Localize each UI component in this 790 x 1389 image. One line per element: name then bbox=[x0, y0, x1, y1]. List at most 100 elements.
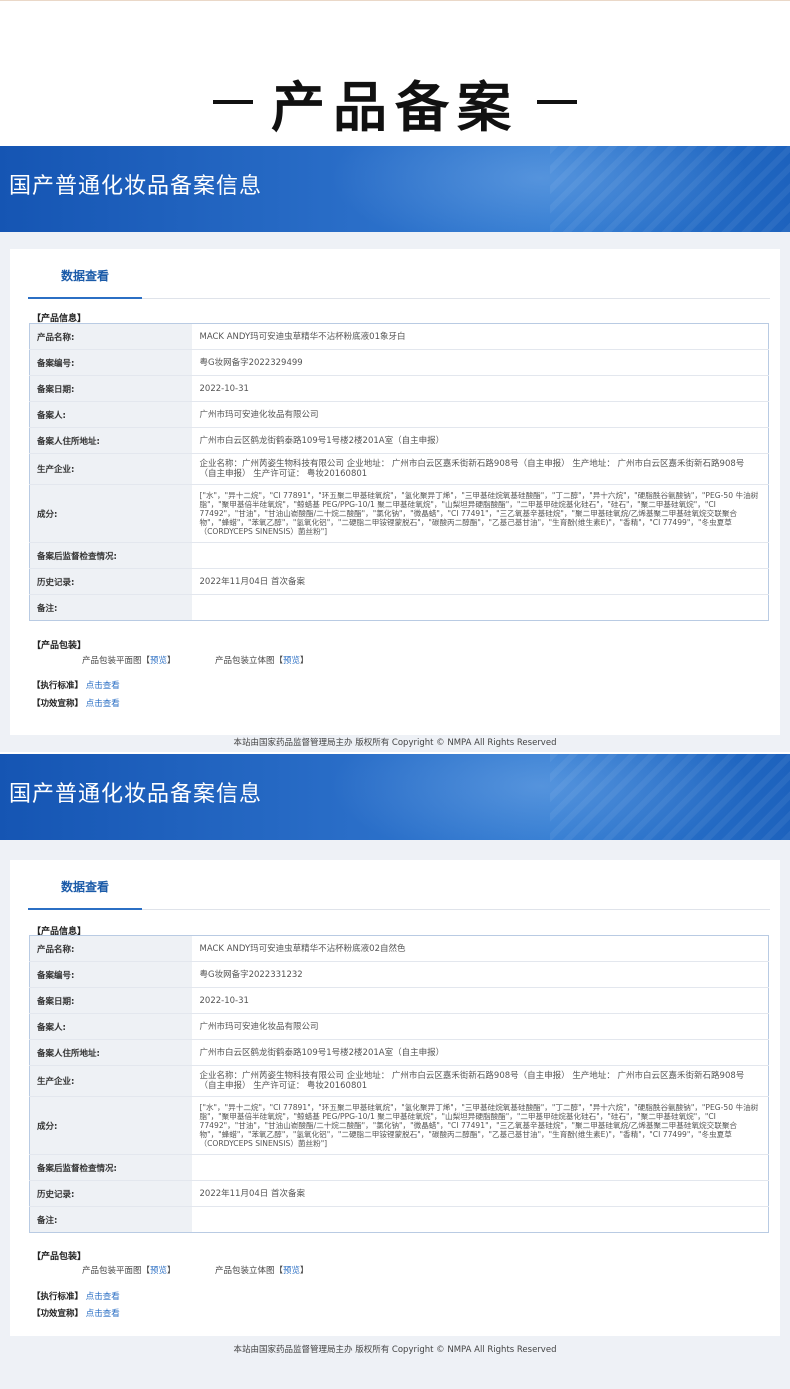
pkg-flat-label: 产品包装平面图 bbox=[82, 656, 142, 666]
banner-title: 国产普通化妆品备案信息 bbox=[9, 174, 263, 199]
field-label: 成分: bbox=[29, 1096, 192, 1155]
record-date-value: 2022-10-31 bbox=[191, 987, 769, 1014]
preview-link[interactable]: 预览 bbox=[150, 654, 167, 666]
pkg-3d-label: 产品包装立体图 bbox=[214, 656, 275, 666]
packaging-row: 产品包装平面图【预览】 产品包装立体图【预览】 bbox=[82, 654, 309, 666]
table-row: 备案编号: 粤G妆网备字2022329499 bbox=[29, 349, 769, 376]
footer-copyright: 本站由国家药品监督管理局主办 版权所有 Copyright © NMPA All… bbox=[233, 738, 557, 748]
field-label: 备案人: bbox=[29, 1013, 192, 1040]
record-card: 数据查看 【产品信息】 产品名称: MACK ANDY玛可安迪虫草精华不沾杯粉底… bbox=[10, 860, 780, 1336]
table-row: 备注: bbox=[29, 594, 769, 621]
table-row: 生产企业: 企业名称：广州芮姿生物科技有限公司 企业地址： 广州市白云区嘉禾街新… bbox=[29, 453, 769, 485]
page-title: 产品备案 bbox=[271, 75, 519, 139]
field-label: 备案人住所地址: bbox=[29, 427, 192, 454]
claims-label: 【功效宣称】 bbox=[32, 1309, 84, 1319]
record-no-value: 粤G妆网备字2022331232 bbox=[191, 961, 769, 988]
field-label: 备案后监督检查情况: bbox=[29, 542, 192, 569]
top-divider bbox=[0, 0, 790, 1]
bracket: 【 bbox=[141, 1266, 151, 1276]
banner-title: 国产普通化妆品备案信息 bbox=[9, 782, 263, 807]
table-row: 备案编号: 粤G妆网备字2022331232 bbox=[29, 961, 769, 988]
table-row: 生产企业: 企业名称：广州芮姿生物科技有限公司 企业地址： 广州市白云区嘉禾街新… bbox=[29, 1065, 769, 1097]
packaging-row: 产品包装平面图【预览】 产品包装立体图【预览】 bbox=[82, 1264, 309, 1276]
field-label: 历史记录: bbox=[29, 1180, 192, 1207]
view-claims-link[interactable]: 点击查看 bbox=[86, 1309, 120, 1319]
registrant-value: 广州市玛可安迪化妆品有限公司 bbox=[191, 1013, 769, 1040]
tab-data-view[interactable]: 数据查看 bbox=[28, 870, 142, 910]
remarks-value bbox=[191, 1206, 769, 1233]
field-label: 备案日期: bbox=[29, 375, 192, 402]
product-info-table: 产品名称: MACK ANDY玛可安迪虫草精华不沾杯粉底液02自然色 备案编号:… bbox=[29, 935, 769, 1233]
field-label: 生产企业: bbox=[29, 1065, 192, 1097]
field-label: 备案后监督检查情况: bbox=[29, 1154, 192, 1181]
manufacturer-value: 企业名称：广州芮姿生物科技有限公司 企业地址： 广州市白云区嘉禾街新石路908号… bbox=[191, 453, 769, 485]
table-row: 成分: ["水"，"异十二烷"，"CI 77891"，"环五聚二甲基硅氧烷"，"… bbox=[29, 484, 769, 543]
field-label: 备案日期: bbox=[29, 987, 192, 1014]
packaging-label: 【产品包装】 bbox=[32, 641, 87, 651]
record-date-value: 2022-10-31 bbox=[191, 375, 769, 402]
field-label: 备案编号: bbox=[29, 349, 192, 376]
registrant-value: 广州市玛可安迪化妆品有限公司 bbox=[191, 401, 769, 428]
table-row: 备案后监督检查情况: bbox=[29, 1154, 769, 1181]
bracket: 】 bbox=[300, 1266, 309, 1276]
standard-label: 【执行标准】 bbox=[32, 681, 84, 691]
product-name-value: MACK ANDY玛可安迪虫草精华不沾杯粉底液02自然色 bbox=[191, 935, 769, 962]
record-section-1: 国产普通化妆品备案信息 数据查看 【产品信息】 产品名称: MACK ANDY玛… bbox=[0, 146, 790, 752]
preview-link[interactable]: 预览 bbox=[150, 1264, 167, 1276]
registrant-address-value: 广州市白云区鹤龙街鹤泰路109号1号楼2楼201A室（自主申报） bbox=[191, 1039, 769, 1066]
heading-dash-left bbox=[213, 100, 253, 104]
table-row: 备案日期: 2022-10-31 bbox=[29, 375, 769, 402]
record-section-2: 国产普通化妆品备案信息 数据查看 【产品信息】 产品名称: MACK ANDY玛… bbox=[0, 754, 790, 1389]
table-row: 备注: bbox=[29, 1206, 769, 1233]
packaging-label: 【产品包装】 bbox=[32, 1252, 87, 1262]
table-row: 备案人: 广州市玛可安迪化妆品有限公司 bbox=[29, 401, 769, 428]
view-standard-link[interactable]: 点击查看 bbox=[86, 681, 120, 691]
pkg-flat-label: 产品包装平面图 bbox=[82, 1266, 142, 1276]
tab-data-view[interactable]: 数据查看 bbox=[28, 259, 142, 299]
remarks-value bbox=[191, 594, 769, 621]
bracket: 】 bbox=[167, 1266, 176, 1276]
tab-bar: 数据查看 bbox=[28, 259, 770, 299]
table-row: 历史记录: 2022年11月04日 首次备案 bbox=[29, 1180, 769, 1207]
site-banner: 国产普通化妆品备案信息 bbox=[0, 146, 790, 232]
view-standard-link[interactable]: 点击查看 bbox=[86, 1292, 120, 1302]
claims-label: 【功效宣称】 bbox=[32, 699, 84, 709]
bracket: 【 bbox=[141, 656, 151, 666]
record-card: 数据查看 【产品信息】 产品名称: MACK ANDY玛可安迪虫草精华不沾杯粉底… bbox=[10, 249, 780, 735]
field-label: 生产企业: bbox=[29, 453, 192, 485]
bracket: 【 bbox=[274, 1266, 283, 1276]
registrant-address-value: 广州市白云区鹤龙街鹤泰路109号1号楼2楼201A室（自主申报） bbox=[191, 427, 769, 454]
table-row: 备案后监督检查情况: bbox=[29, 542, 769, 569]
table-row: 备案人: 广州市玛可安迪化妆品有限公司 bbox=[29, 1013, 769, 1040]
preview-link[interactable]: 预览 bbox=[283, 654, 300, 666]
table-row: 备案人住所地址: 广州市白云区鹤龙街鹤泰路109号1号楼2楼201A室（自主申报… bbox=[29, 1039, 769, 1066]
bracket: 【 bbox=[274, 656, 283, 666]
bracket: 】 bbox=[300, 656, 309, 666]
history-value: 2022年11月04日 首次备案 bbox=[191, 568, 769, 595]
tab-bar: 数据查看 bbox=[28, 870, 770, 910]
heading-dash-right bbox=[537, 100, 577, 104]
table-row: 备案人住所地址: 广州市白云区鹤龙街鹤泰路109号1号楼2楼201A室（自主申报… bbox=[29, 427, 769, 454]
field-label: 备案编号: bbox=[29, 961, 192, 988]
view-claims-link[interactable]: 点击查看 bbox=[86, 699, 120, 709]
field-label: 备注: bbox=[29, 1206, 192, 1233]
table-row: 历史记录: 2022年11月04日 首次备案 bbox=[29, 568, 769, 595]
manufacturer-value: 企业名称：广州芮姿生物科技有限公司 企业地址： 广州市白云区嘉禾街新石路908号… bbox=[191, 1065, 769, 1097]
field-label: 备注: bbox=[29, 594, 192, 621]
claims-row: 【功效宣称】 点击查看 bbox=[32, 697, 120, 709]
field-label: 产品名称: bbox=[29, 935, 192, 962]
record-no-value: 粤G妆网备字2022329499 bbox=[191, 349, 769, 376]
ingredients-value: ["水"，"异十二烷"，"CI 77891"，"环五聚二甲基硅氧烷"，"氢化聚异… bbox=[191, 1096, 769, 1155]
pkg-3d-label: 产品包装立体图 bbox=[214, 1266, 275, 1276]
table-row: 成分: ["水"，"异十二烷"，"CI 77891"，"环五聚二甲基硅氧烷"，"… bbox=[29, 1096, 769, 1155]
ingredients-value: ["水"，"异十二烷"，"CI 77891"，"环五聚二甲基硅氧烷"，"氢化聚异… bbox=[191, 484, 769, 543]
field-label: 成分: bbox=[29, 484, 192, 543]
field-label: 历史记录: bbox=[29, 568, 192, 595]
product-info-table: 产品名称: MACK ANDY玛可安迪虫草精华不沾杯粉底液01象牙白 备案编号:… bbox=[29, 323, 769, 621]
standard-row: 【执行标准】 点击查看 bbox=[32, 1290, 120, 1302]
bracket: 】 bbox=[167, 656, 176, 666]
field-label: 备案人: bbox=[29, 401, 192, 428]
preview-link[interactable]: 预览 bbox=[283, 1264, 300, 1276]
field-label: 产品名称: bbox=[29, 323, 192, 350]
product-name-value: MACK ANDY玛可安迪虫草精华不沾杯粉底液01象牙白 bbox=[191, 323, 769, 350]
